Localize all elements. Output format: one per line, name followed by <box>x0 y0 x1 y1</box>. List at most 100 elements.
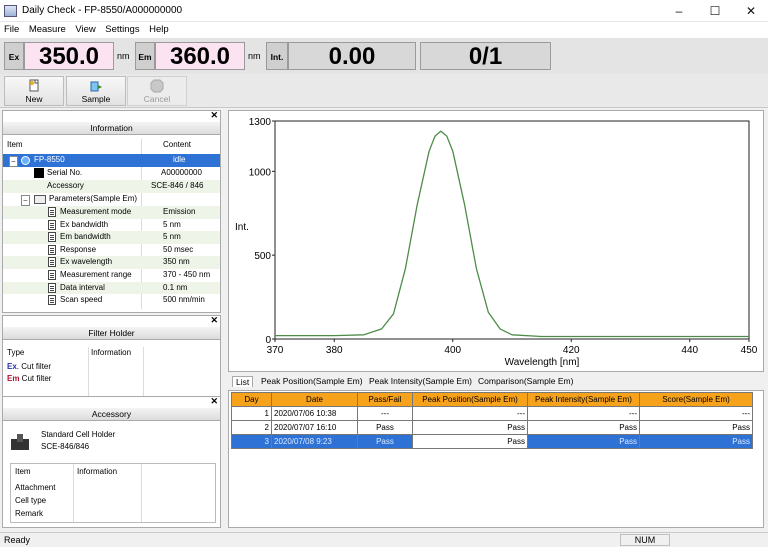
sample-icon <box>90 81 102 92</box>
menu-settings[interactable]: Settings <box>101 22 142 35</box>
col-peak-position[interactable]: Peak Position(Sample Em) <box>412 392 528 407</box>
y-tick-label: 1000 <box>249 167 272 178</box>
x-tick-label: 380 <box>326 345 343 356</box>
x-axis-label: Wavelength [nm] <box>505 357 580 368</box>
filter-col-type: Type <box>7 348 25 357</box>
spectrum-chart: 370 380 400 420 440 450 0 500 1000 1300 Wavelength… <box>228 110 764 372</box>
accessory-row-remark: Remark <box>15 509 44 518</box>
y-tick-label: 1300 <box>249 117 272 128</box>
information-close-icon[interactable]: ✕ <box>210 110 218 121</box>
results-table: Day Date Pass/Fail Peak Position(Sample … <box>231 392 753 449</box>
tree-item-serial[interactable]: Serial No. A00000000 <box>3 167 220 180</box>
col-peak-intensity[interactable]: Peak Intensity(Sample Em) <box>527 392 640 407</box>
x-tick-label: 450 <box>741 345 758 356</box>
x-tick-label: 440 <box>681 345 698 356</box>
window-title: Daily Check - FP-8550/A000000000 <box>22 5 183 16</box>
em-unit: nm <box>248 51 261 61</box>
parameter-row[interactable]: Data interval 0.1 nm <box>3 281 220 295</box>
new-label: New <box>25 94 43 104</box>
parameter-row[interactable]: Measurement range 370 - 450 nm <box>3 269 220 282</box>
parameter-row[interactable]: Response 50 msec <box>3 244 220 257</box>
app-icon <box>4 5 17 17</box>
accessory-close-icon[interactable]: ✕ <box>210 396 218 407</box>
information-panel: ✕ Information Item Content − FP-8550 idl… <box>2 110 221 313</box>
cancel-button[interactable]: Cancel <box>127 76 187 106</box>
col-day[interactable]: Day <box>231 392 272 407</box>
parameter-doc-icon <box>48 257 56 268</box>
parameter-row[interactable]: Ex bandwidth 5 nm <box>3 219 220 232</box>
parameter-row[interactable]: Ex wavelength 350 nm <box>3 256 220 269</box>
close-window-button[interactable]: ✕ <box>736 2 766 20</box>
results-table-container: Day Date Pass/Fail Peak Position(Sample … <box>228 390 764 528</box>
menu-measure[interactable]: Measure <box>25 22 69 35</box>
cancel-label: Cancel <box>143 94 171 104</box>
tree-item-parameters[interactable]: − Parameters(Sample Em) <box>3 193 220 206</box>
x-tick-label: 370 <box>267 345 284 356</box>
em-label: Em <box>135 42 155 70</box>
parameter-row[interactable]: Scan speed 500 nm/min <box>3 294 220 307</box>
tab-comparison[interactable]: Comparison(Sample Em) <box>478 376 573 386</box>
barcode-icon <box>34 168 44 178</box>
ex-cut-filter[interactable]: Ex. Cut filter <box>7 361 51 374</box>
maximize-button[interactable]: ☐ <box>700 2 730 20</box>
filter-close-icon[interactable]: ✕ <box>210 315 218 326</box>
info-col-content: Content <box>163 140 192 149</box>
parameter-row[interactable]: Measurement mode Emission <box>3 206 220 219</box>
parameter-doc-icon <box>48 270 56 280</box>
tab-peak-position[interactable]: Peak Position(Sample Em) <box>261 376 363 386</box>
stop-icon <box>150 79 164 93</box>
int-label: Int. <box>266 42 288 70</box>
parameter-doc-icon <box>48 282 56 293</box>
filter-holder-title: Filter Holder <box>3 327 220 340</box>
em-value[interactable]: 360.0 <box>155 42 245 70</box>
accessory-col-item: Item <box>15 467 31 476</box>
col-date[interactable]: Date <box>271 392 358 407</box>
status-text: Ready <box>4 535 31 545</box>
accessory-row-cell-type: Cell type <box>15 496 47 505</box>
result-tabs: List Peak Position(Sample Em) Peak Inten… <box>228 374 764 390</box>
filter-col-info: Information <box>91 348 132 357</box>
num-lock-indicator: NUM <box>620 534 670 546</box>
accessory-panel: ✕ Accessory Standard Cell Holder SCE-846… <box>2 396 221 528</box>
col-score[interactable]: Score(Sample Em) <box>639 392 753 407</box>
accessory-col-info: Information <box>77 467 118 476</box>
status-bar: Ready NUM <box>0 532 768 547</box>
ex-label: Ex <box>4 42 24 70</box>
table-row-selected[interactable]: 3 2020/07/08 9:23 Pass Pass Pass Pass <box>231 434 753 449</box>
spectrum-series-line <box>275 130 749 338</box>
int-value: 0.00 <box>288 42 416 70</box>
new-button[interactable]: New <box>4 76 64 106</box>
parameter-doc-icon <box>48 244 56 255</box>
tree-item-accessory[interactable]: Accessory SCE-846 / 846 <box>3 180 220 193</box>
table-row[interactable]: 1 2020/07/06 10:38 --- --- --- --- <box>231 406 753 421</box>
ex-value[interactable]: 350.0 <box>24 42 114 70</box>
menu-view[interactable]: View <box>71 22 98 35</box>
col-pass-fail[interactable]: Pass/Fail <box>357 392 413 407</box>
accessory-model: SCE-846/846 <box>41 442 90 451</box>
scan-counter: 0/1 <box>420 42 551 70</box>
menu-bar: File Measure View Settings Help <box>0 22 768 38</box>
parameter-doc-icon <box>48 232 56 243</box>
tab-peak-intensity[interactable]: Peak Intensity(Sample Em) <box>369 376 472 386</box>
table-header-row: Day Date Pass/Fail Peak Position(Sample … <box>231 392 753 407</box>
minimize-button[interactable]: – <box>664 2 694 20</box>
y-axis-label: Int. <box>235 222 249 233</box>
sample-button[interactable]: Sample <box>66 76 126 106</box>
parameter-row[interactable]: Em bandwidth 5 nm <box>3 231 220 244</box>
tree-item-instrument[interactable]: − FP-8550 idle <box>3 154 220 167</box>
em-cut-filter[interactable]: Em Cut filter <box>7 373 51 386</box>
menu-help[interactable]: Help <box>145 22 172 35</box>
spectrum-plot: 370 380 400 420 440 450 0 500 1000 1300 Wavelength… <box>235 117 758 368</box>
plot-frame <box>274 120 750 340</box>
accessory-row-attachment: Attachment <box>15 483 56 492</box>
x-tick-label: 420 <box>563 345 580 356</box>
tab-list[interactable]: List <box>232 376 254 387</box>
parameters-icon <box>34 195 46 204</box>
filter-holder-panel: ✕ Filter Holder Type Information Ex. Cut… <box>2 315 221 402</box>
title-bar: Daily Check - FP-8550/A000000000 – ☐ ✕ <box>0 0 768 22</box>
accessory-name: Standard Cell Holder <box>41 430 116 439</box>
menu-file[interactable]: File <box>0 22 22 35</box>
parameter-doc-icon <box>48 207 56 217</box>
y-tick-label: 0 <box>265 335 271 346</box>
table-row[interactable]: 2 2020/07/07 16:10 Pass Pass Pass Pass <box>231 420 753 435</box>
